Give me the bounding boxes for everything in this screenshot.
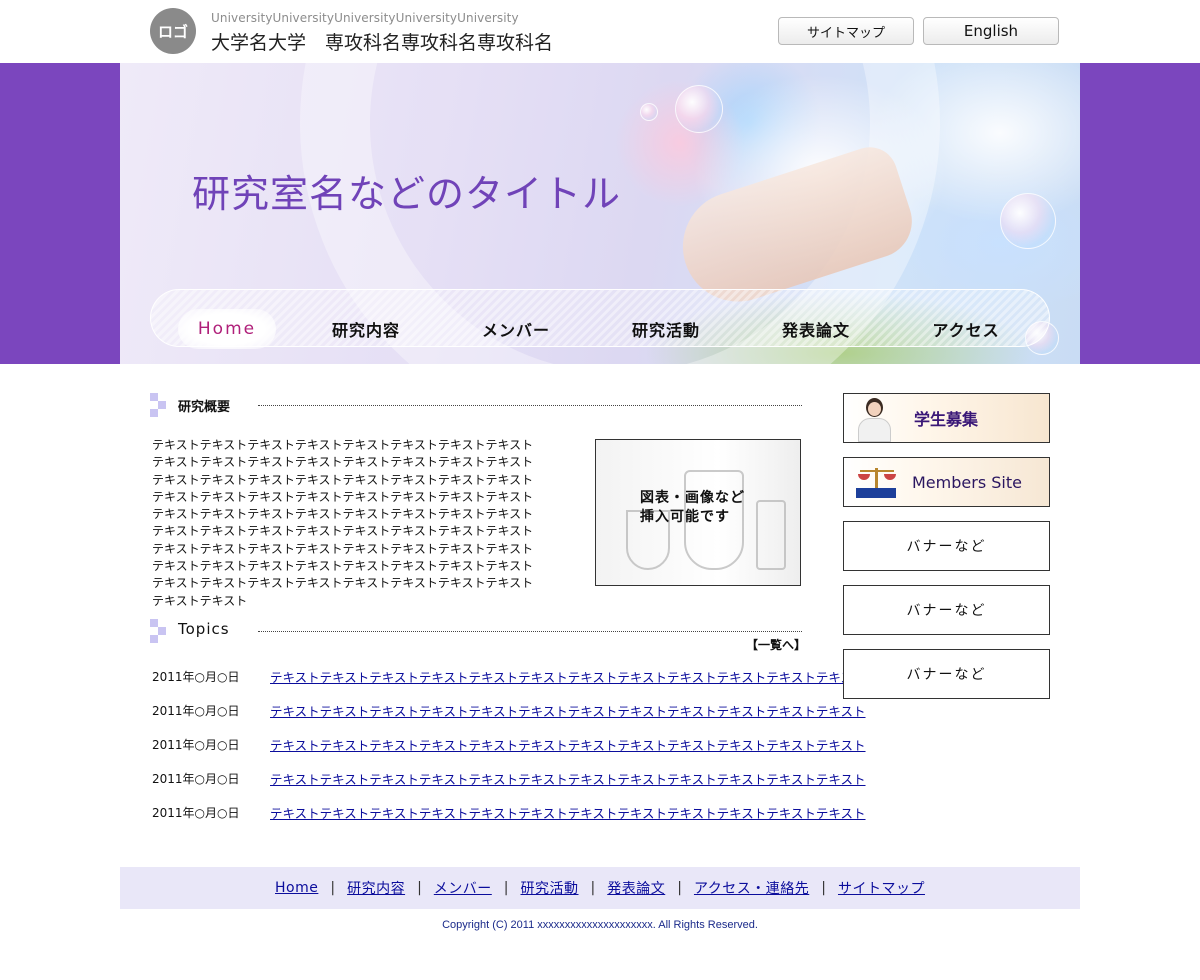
topic-link[interactable]: テキストテキストテキストテキストテキストテキストテキストテキストテキストテキスト… — [270, 803, 866, 822]
footer-nav-bar: Home | 研究内容 | メンバー | 研究活動 | 発表論文 | アクセス・… — [120, 867, 1080, 909]
topic-row: 2011年○月○日 テキストテキストテキストテキストテキストテキストテキストテキ… — [152, 768, 866, 788]
topic-link[interactable]: テキストテキストテキストテキストテキストテキストテキストテキストテキストテキスト… — [270, 769, 866, 788]
topic-link[interactable]: テキストテキストテキストテキストテキストテキストテキストテキストテキストテキスト… — [270, 667, 866, 686]
figure-caption-line: 図表・画像など — [640, 490, 745, 506]
footer-link-activities[interactable]: 研究活動 — [521, 878, 579, 898]
topic-row: 2011年○月○日 テキストテキストテキストテキストテキストテキストテキストテキ… — [152, 700, 866, 720]
separator: | — [330, 880, 336, 896]
site-header: ロゴ UniversityUniversityUniversityUnivers… — [0, 0, 1200, 63]
topic-row: 2011年○月○日 テキストテキストテキストテキストテキストテキストテキストテキ… — [152, 666, 866, 686]
footer-link-home[interactable]: Home — [275, 880, 318, 896]
nav-access[interactable]: アクセス — [920, 309, 1012, 349]
student-photo — [856, 396, 892, 442]
separator: | — [503, 880, 509, 896]
copyright: Copyright (C) 2011 xxxxxxxxxxxxxxxxxxxxx… — [442, 919, 758, 931]
figure-placeholder: 図表・画像など 挿入可能です — [595, 439, 801, 586]
topic-link[interactable]: テキストテキストテキストテキストテキストテキストテキストテキストテキストテキスト… — [270, 735, 866, 754]
separator: | — [590, 880, 596, 896]
separator: | — [677, 880, 682, 896]
bubble-decoration — [640, 103, 658, 121]
divider — [258, 631, 802, 632]
bubble-decoration — [675, 85, 723, 133]
topic-date: 2011年○月○日 — [152, 670, 240, 684]
separator: | — [417, 880, 422, 896]
bubble-decoration — [1000, 193, 1056, 249]
banner-placeholder[interactable]: バナーなど — [843, 585, 1050, 635]
university-name-ja: 大学名大学 専攻科名専攻科名専攻科名 — [211, 32, 554, 54]
heading-marker-icon — [150, 393, 166, 417]
topic-date: 2011年○月○日 — [152, 772, 240, 786]
divider — [258, 405, 802, 406]
banner-placeholder[interactable]: バナーなど — [843, 649, 1050, 699]
scale-icon — [852, 464, 902, 502]
lab-title: 研究室名などのタイトル — [192, 172, 622, 216]
topic-date: 2011年○月○日 — [152, 738, 240, 752]
nav-members[interactable]: メンバー — [470, 309, 562, 349]
overview-heading-bar: 研究概要 — [150, 393, 802, 417]
heading-marker-icon — [150, 619, 166, 643]
beaker-image — [756, 500, 786, 570]
footer-nav: Home | 研究内容 | メンバー | 研究活動 | 発表論文 | アクセス・… — [120, 867, 1080, 909]
topic-date: 2011年○月○日 — [152, 704, 240, 718]
global-nav — [150, 289, 1050, 347]
topic-row: 2011年○月○日 テキストテキストテキストテキストテキストテキストテキストテキ… — [152, 802, 866, 822]
nav-research[interactable]: 研究内容 — [320, 309, 412, 349]
footer-link-sitemap[interactable]: サイトマップ — [838, 878, 925, 898]
overview-text: テキストテキストテキストテキストテキストテキストテキストテキストテキストテキスト… — [152, 438, 534, 608]
footer-link-research[interactable]: 研究内容 — [347, 878, 405, 898]
figure-caption: 図表・画像など 挿入可能です — [640, 489, 745, 527]
footer-link-access[interactable]: アクセス・連絡先 — [694, 878, 809, 898]
topics-list-all-link[interactable]: 【一覧へ】 — [746, 636, 806, 653]
sitemap-button[interactable]: サイトマップ — [778, 17, 914, 45]
topic-link[interactable]: テキストテキストテキストテキストテキストテキストテキストテキストテキストテキスト… — [270, 701, 866, 720]
banner-placeholder[interactable]: バナーなど — [843, 521, 1050, 571]
recruit-students-banner[interactable]: 学生募集 — [843, 393, 1050, 443]
topic-row: 2011年○月○日 テキストテキストテキストテキストテキストテキストテキストテキ… — [152, 734, 866, 754]
members-site-label: Members Site — [912, 472, 1022, 492]
separator: | — [821, 880, 826, 896]
english-button[interactable]: English — [923, 17, 1059, 45]
university-name-en: UniversityUniversityUniversityUniversity… — [211, 11, 519, 25]
hero-banner: 研究室名などのタイトル Home 研究内容 メンバー 研究活動 発表論文 アクセ… — [120, 63, 1080, 364]
footer-link-members[interactable]: メンバー — [434, 878, 492, 898]
recruit-students-label: 学生募集 — [914, 410, 979, 429]
members-site-banner[interactable]: Members Site — [843, 457, 1050, 507]
nav-publications[interactable]: 発表論文 — [770, 309, 862, 349]
footer-link-publications[interactable]: 発表論文 — [607, 878, 665, 898]
overview-heading: 研究概要 — [178, 400, 231, 415]
topic-date: 2011年○月○日 — [152, 806, 240, 820]
logo[interactable]: ロゴ — [150, 8, 196, 54]
figure-caption-line: 挿入可能です — [640, 509, 730, 525]
topics-heading-bar: Topics — [150, 619, 802, 643]
nav-home[interactable]: Home — [178, 309, 276, 349]
nav-activities[interactable]: 研究活動 — [620, 309, 712, 349]
topics-heading: Topics — [178, 620, 230, 638]
